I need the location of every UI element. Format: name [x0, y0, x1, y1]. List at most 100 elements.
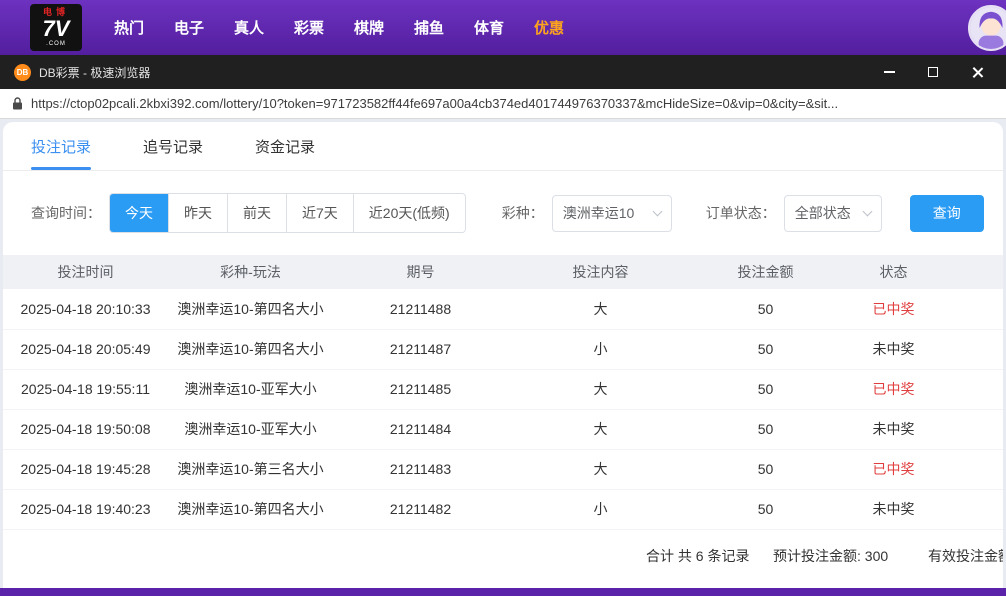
search-button[interactable]: 查询 [910, 195, 984, 232]
cell-content: 大 [508, 369, 693, 409]
user-avatar[interactable] [968, 5, 1006, 51]
cell-amount: 50 [693, 449, 838, 489]
lottery-select-label: 彩种： [502, 203, 544, 223]
cell-content: 大 [508, 449, 693, 489]
tab-bar: 投注记录 追号记录 资金记录 [3, 122, 1003, 171]
address-bar[interactable]: https://ctop02pcali.2kbxi392.com/lottery… [0, 89, 1006, 119]
cell-status: 已中奖 [838, 289, 1003, 329]
table-row: 2025-04-18 19:55:11 澳洲幸运10-亚军大小 21211485… [3, 369, 1003, 409]
nav-item-cards[interactable]: 棋牌 [354, 17, 384, 38]
table-row: 2025-04-18 19:45:28 澳洲幸运10-第三名大小 2121148… [3, 449, 1003, 489]
summary-valid-amount: 有效投注金额 [928, 546, 1003, 566]
minimize-icon [884, 71, 895, 73]
order-status-select[interactable]: 全部状态 [784, 195, 882, 232]
lottery-select-value: 澳洲幸运10 [563, 203, 635, 223]
tab-bet-records[interactable]: 投注记录 [31, 122, 91, 170]
close-icon [972, 67, 983, 78]
table-header-row: 投注时间 彩种-玩法 期号 投注内容 投注金额 状态 [3, 255, 1003, 289]
table-row: 2025-04-18 19:50:08 澳洲幸运10-亚军大小 21211484… [3, 409, 1003, 449]
filter-bar: 查询时间： 今天 昨天 前天 近7天 近20天(低频) 彩种： 澳洲幸运10 订… [3, 171, 1003, 255]
nav-item-sports[interactable]: 体育 [474, 17, 504, 38]
site-logo[interactable]: 电博 7V .COM [30, 4, 82, 51]
content-card: 投注记录 追号记录 资金记录 查询时间： 今天 昨天 前天 近7天 近20天(低… [3, 122, 1003, 588]
bottom-purple-strip [0, 588, 1006, 596]
summary-bar: 合计 共 6 条记录 预计投注金额: 300 有效投注金额 [3, 536, 1003, 574]
cell-bet-time: 2025-04-18 19:45:28 [3, 449, 168, 489]
cell-issue: 21211487 [333, 329, 508, 369]
time-filter-7days[interactable]: 近7天 [286, 194, 353, 232]
cell-issue: 21211483 [333, 449, 508, 489]
cell-bet-time: 2025-04-18 19:40:23 [3, 489, 168, 529]
time-filter-today[interactable]: 今天 [110, 194, 168, 232]
cell-amount: 50 [693, 369, 838, 409]
site-header: 电博 7V .COM 热门 电子 真人 彩票 棋牌 捕鱼 体育 优惠 [0, 0, 1006, 55]
window-title: DB彩票 - 极速浏览器 [39, 64, 150, 81]
time-filter-label: 查询时间： [31, 203, 101, 223]
col-header-issue: 期号 [333, 255, 508, 289]
table-row: 2025-04-18 20:05:49 澳洲幸运10-第四名大小 2121148… [3, 329, 1003, 369]
cell-game: 澳洲幸运10-亚军大小 [168, 409, 333, 449]
chevron-down-icon [652, 206, 662, 216]
cell-issue: 21211488 [333, 289, 508, 329]
app-icon: DB [14, 64, 31, 81]
time-filter-group: 今天 昨天 前天 近7天 近20天(低频) [109, 193, 466, 233]
summary-expected-amount: 预计投注金额: 300 [773, 546, 888, 566]
minimize-button[interactable] [882, 65, 896, 79]
col-header-content: 投注内容 [508, 255, 693, 289]
lock-icon [12, 97, 23, 110]
time-filter-20days[interactable]: 近20天(低频) [353, 194, 465, 232]
col-header-amount: 投注金额 [693, 255, 838, 289]
cell-game: 澳洲幸运10-第四名大小 [168, 289, 333, 329]
summary-total-records: 合计 共 6 条记录 [646, 546, 749, 566]
avatar-image [970, 7, 1006, 49]
status-select-label: 订单状态： [706, 203, 776, 223]
nav-item-hot[interactable]: 热门 [114, 17, 144, 38]
cell-amount: 50 [693, 329, 838, 369]
col-header-game: 彩种-玩法 [168, 255, 333, 289]
cell-content: 小 [508, 329, 693, 369]
nav-item-lottery[interactable]: 彩票 [294, 17, 324, 38]
cell-status: 已中奖 [838, 449, 1003, 489]
time-filter-day-before[interactable]: 前天 [227, 194, 286, 232]
bet-records-table: 投注时间 彩种-玩法 期号 投注内容 投注金额 状态 2025-04-18 20… [3, 255, 1003, 530]
col-header-status: 状态 [838, 255, 1003, 289]
maximize-button[interactable] [926, 65, 940, 79]
logo-text-sub: .COM [46, 41, 66, 47]
cell-game: 澳洲幸运10-第四名大小 [168, 489, 333, 529]
cell-bet-time: 2025-04-18 19:55:11 [3, 369, 168, 409]
cell-amount: 50 [693, 289, 838, 329]
cell-amount: 50 [693, 409, 838, 449]
cell-bet-time: 2025-04-18 20:10:33 [3, 289, 168, 329]
close-button[interactable] [970, 65, 984, 79]
tab-chase-records[interactable]: 追号记录 [143, 122, 203, 170]
cell-status: 已中奖 [838, 369, 1003, 409]
order-status-value: 全部状态 [795, 203, 851, 223]
cell-content: 小 [508, 489, 693, 529]
page-background: 投注记录 追号记录 资金记录 查询时间： 今天 昨天 前天 近7天 近20天(低… [0, 119, 1006, 588]
cell-content: 大 [508, 289, 693, 329]
nav-item-slots[interactable]: 电子 [174, 17, 204, 38]
cell-bet-time: 2025-04-18 19:50:08 [3, 409, 168, 449]
cell-status: 未中奖 [838, 489, 1003, 529]
url-text: https://ctop02pcali.2kbxi392.com/lottery… [31, 96, 994, 111]
cell-game: 澳洲幸运10-亚军大小 [168, 369, 333, 409]
chevron-down-icon [862, 206, 872, 216]
lottery-select[interactable]: 澳洲幸运10 [552, 195, 672, 232]
time-filter-yesterday[interactable]: 昨天 [168, 194, 227, 232]
cell-content: 大 [508, 409, 693, 449]
nav-item-promo[interactable]: 优惠 [534, 17, 564, 38]
tab-fund-records[interactable]: 资金记录 [255, 122, 315, 170]
col-header-bet-time: 投注时间 [3, 255, 168, 289]
cell-status: 未中奖 [838, 329, 1003, 369]
window-controls [882, 65, 992, 79]
window-titlebar: DB DB彩票 - 极速浏览器 [0, 55, 1006, 89]
cell-issue: 21211484 [333, 409, 508, 449]
logo-text-main: 7V [43, 18, 70, 40]
cell-game: 澳洲幸运10-第三名大小 [168, 449, 333, 489]
cell-game: 澳洲幸运10-第四名大小 [168, 329, 333, 369]
nav-item-live[interactable]: 真人 [234, 17, 264, 38]
nav-item-fishing[interactable]: 捕鱼 [414, 17, 444, 38]
cell-issue: 21211485 [333, 369, 508, 409]
maximize-icon [928, 67, 938, 77]
cell-amount: 50 [693, 489, 838, 529]
